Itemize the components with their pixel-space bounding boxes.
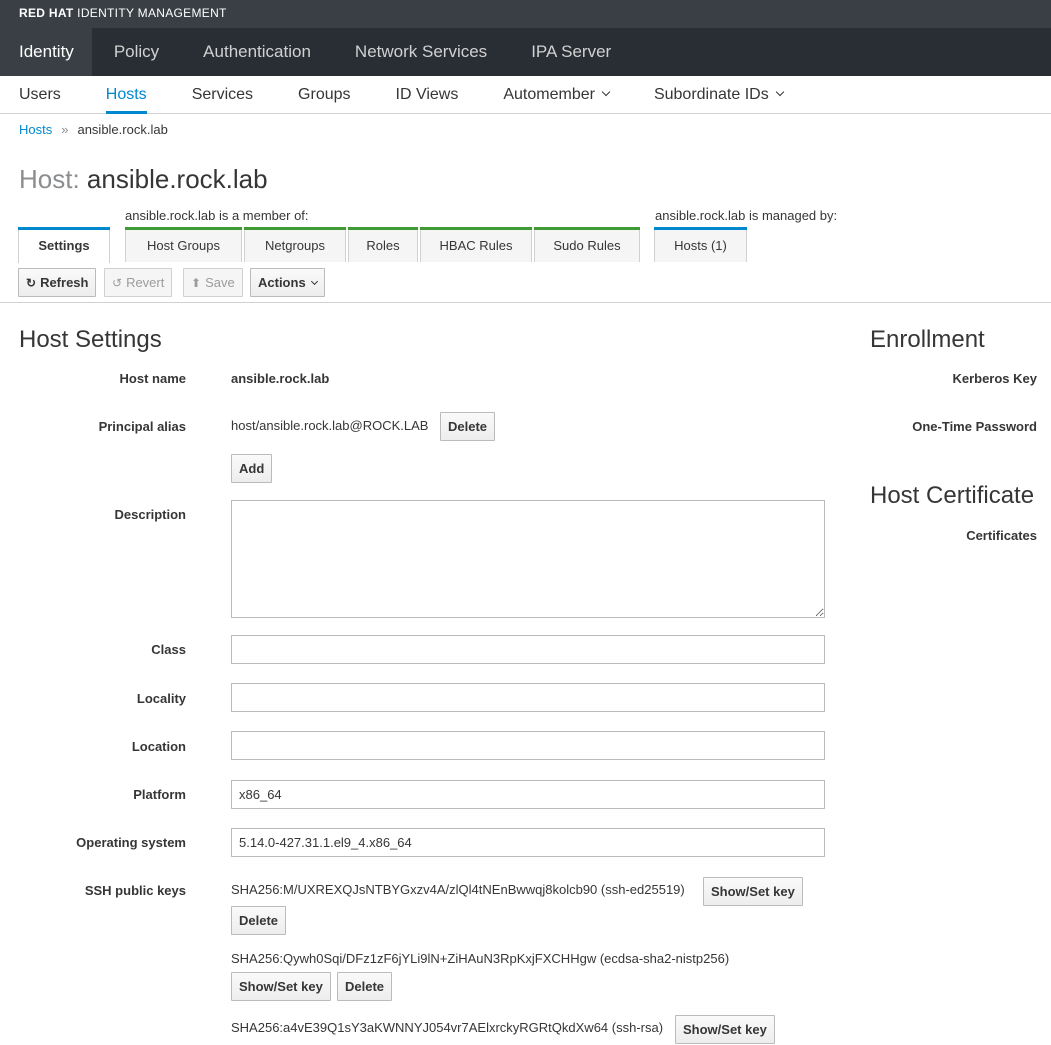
nav-authentication[interactable]: Authentication xyxy=(181,28,333,76)
ssh-key-2-show-set-button[interactable]: Show/Set key xyxy=(231,972,331,1001)
nav-policy[interactable]: Policy xyxy=(92,28,181,76)
tab-hbac-rules[interactable]: HBAC Rules xyxy=(420,227,532,262)
host-settings-title: Host Settings xyxy=(19,326,162,353)
upload-icon: ⬆ xyxy=(191,276,202,290)
ssh-key-3-show-set-button[interactable]: Show/Set key xyxy=(675,1015,775,1044)
save-button[interactable]: ⬆ Save xyxy=(183,268,243,297)
ssh-key-fingerprint: SHA256:a4vE39Q1sY3aKWNNYJ054vr7AElxrckyR… xyxy=(231,1020,664,1035)
location-input[interactable] xyxy=(231,731,825,760)
kerberos-key-label: Kerberos Key xyxy=(952,371,1037,386)
operating-system-label: Operating system xyxy=(76,835,186,850)
undo-icon: ↺ xyxy=(112,276,123,290)
refresh-icon: ↻ xyxy=(26,276,37,290)
platform-input[interactable] xyxy=(231,780,825,809)
brand-bar: RED HAT IDENTITY MANAGEMENT xyxy=(0,0,1051,28)
host-certificate-title: Host Certificate xyxy=(870,482,1035,509)
locality-label: Locality xyxy=(136,691,186,706)
toolbar-divider xyxy=(0,302,1051,303)
platform-label: Platform xyxy=(133,787,186,802)
location-label: Location xyxy=(131,739,186,754)
subnav-services[interactable]: Services xyxy=(192,76,253,113)
managed-by-caption: ansible.rock.lab is managed by: xyxy=(655,208,838,223)
operating-system-input[interactable] xyxy=(231,828,825,857)
caret-down-icon xyxy=(310,277,318,286)
nav-ipa-server[interactable]: IPA Server xyxy=(509,28,633,76)
class-input[interactable] xyxy=(231,635,825,664)
subnav-subordinate-ids[interactable]: Subordinate IDs xyxy=(654,76,784,113)
subnav-hosts[interactable]: Hosts xyxy=(105,76,147,114)
subnav-id-views[interactable]: ID Views xyxy=(396,76,459,113)
host-name-label: Host name xyxy=(119,371,186,386)
ssh-key-fingerprint: SHA256:Qywh0Sqi/DFz1zF6jYLi9lN+ZiHAuN3Rp… xyxy=(231,951,730,966)
breadcrumb-current: ansible.rock.lab xyxy=(77,122,168,137)
enrollment-title: Enrollment xyxy=(870,326,985,353)
chevron-down-icon xyxy=(775,87,784,97)
nav-identity[interactable]: Identity xyxy=(0,28,92,76)
revert-button[interactable]: ↺ Revert xyxy=(104,268,173,297)
subnav-groups[interactable]: Groups xyxy=(298,76,350,113)
subnav-users[interactable]: Users xyxy=(19,76,61,113)
breadcrumb: Hosts » ansible.rock.lab xyxy=(19,122,168,137)
subnav-automember[interactable]: Automember xyxy=(503,76,611,113)
ssh-key-1-delete-button[interactable]: Delete xyxy=(231,906,287,935)
breadcrumb-separator: » xyxy=(61,122,69,137)
actions-dropdown[interactable]: Actions xyxy=(250,268,325,297)
host-name-value: ansible.rock.lab xyxy=(231,371,330,386)
tab-roles[interactable]: Roles xyxy=(348,227,418,262)
certificates-label: Certificates xyxy=(966,528,1037,543)
tab-settings[interactable]: Settings xyxy=(18,227,110,263)
principal-add-button[interactable]: Add xyxy=(231,454,273,483)
ssh-key-fingerprint: SHA256:M/UXREXQJsNTBYGxzv4A/zlQl4tNEnBww… xyxy=(231,882,685,897)
principal-alias-value: host/ansible.rock.lab@ROCK.LAB xyxy=(231,418,429,433)
principal-delete-button[interactable]: Delete xyxy=(440,412,496,441)
brand-logo: RED HAT IDENTITY MANAGEMENT xyxy=(19,6,227,20)
one-time-password-label: One-Time Password xyxy=(912,419,1037,434)
description-label: Description xyxy=(114,507,186,522)
refresh-button[interactable]: ↻ Refresh xyxy=(18,268,97,297)
class-label: Class xyxy=(151,642,186,657)
tab-netgroups[interactable]: Netgroups xyxy=(244,227,346,262)
ssh-public-keys-label: SSH public keys xyxy=(84,883,186,898)
ssh-key-2-delete-button[interactable]: Delete xyxy=(337,972,393,1001)
secondary-nav: Users Hosts Services Groups ID Views Aut… xyxy=(0,76,1051,114)
tab-hosts-managed[interactable]: Hosts (1) xyxy=(654,227,747,262)
chevron-down-icon xyxy=(601,87,611,97)
member-of-caption: ansible.rock.lab is a member of: xyxy=(125,208,309,223)
nav-network-services[interactable]: Network Services xyxy=(333,28,509,76)
breadcrumb-hosts-link[interactable]: Hosts xyxy=(19,122,52,137)
locality-input[interactable] xyxy=(231,683,825,712)
tab-sudo-rules[interactable]: Sudo Rules xyxy=(534,227,640,262)
principal-alias-label: Principal alias xyxy=(98,419,186,434)
primary-nav: Identity Policy Authentication Network S… xyxy=(0,28,1051,76)
page-title: Host: ansible.rock.lab xyxy=(19,164,268,194)
description-textarea[interactable] xyxy=(231,500,825,618)
ssh-key-1-show-set-button[interactable]: Show/Set key xyxy=(703,877,803,906)
tab-host-groups[interactable]: Host Groups xyxy=(125,227,242,262)
